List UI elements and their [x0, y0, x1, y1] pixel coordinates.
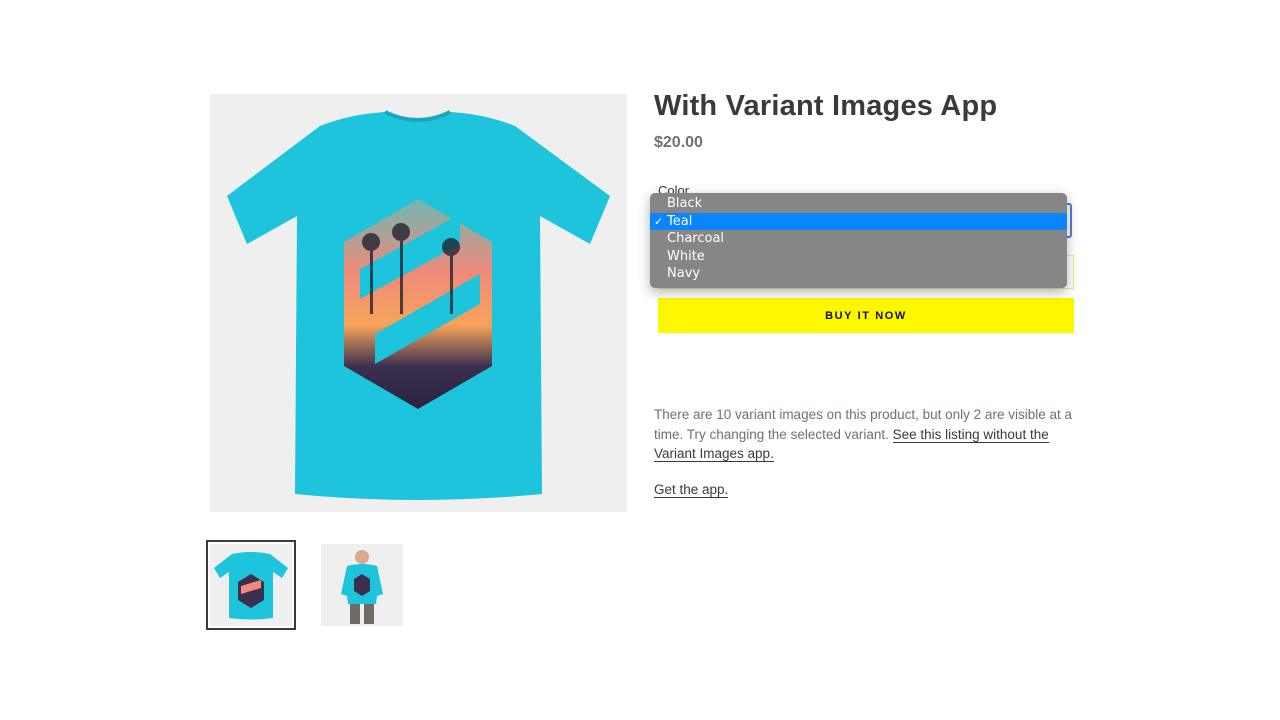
- color-option-white[interactable]: White: [650, 248, 1067, 266]
- buy-now-button[interactable]: BUY IT NOW: [658, 298, 1074, 333]
- product-title: With Variant Images App: [654, 90, 998, 122]
- checkmark-icon: ✓: [654, 214, 664, 228]
- option-label: Teal: [667, 213, 693, 229]
- option-label: Navy: [667, 266, 701, 282]
- color-option-navy[interactable]: Navy: [650, 265, 1067, 283]
- thumbnail-teal-tshirt[interactable]: [206, 540, 296, 630]
- color-option-charcoal[interactable]: Charcoal: [650, 230, 1067, 248]
- product-price: $20.00: [654, 134, 703, 151]
- option-label: Black: [667, 196, 703, 211]
- get-app-link[interactable]: Get the app.: [654, 482, 729, 498]
- color-dropdown-menu[interactable]: Black ✓ Teal Charcoal White Navy: [650, 193, 1067, 288]
- option-label: White: [667, 248, 705, 264]
- product-main-image: [210, 94, 627, 512]
- thumbnail-model-tshirt[interactable]: [321, 544, 403, 626]
- get-app-paragraph: Get the app.: [654, 482, 729, 498]
- color-option-teal[interactable]: ✓ Teal: [650, 212, 1067, 231]
- option-label: Charcoal: [667, 231, 725, 247]
- color-option-black[interactable]: Black: [650, 195, 1067, 213]
- product-description: There are 10 variant images on this prod…: [654, 405, 1074, 464]
